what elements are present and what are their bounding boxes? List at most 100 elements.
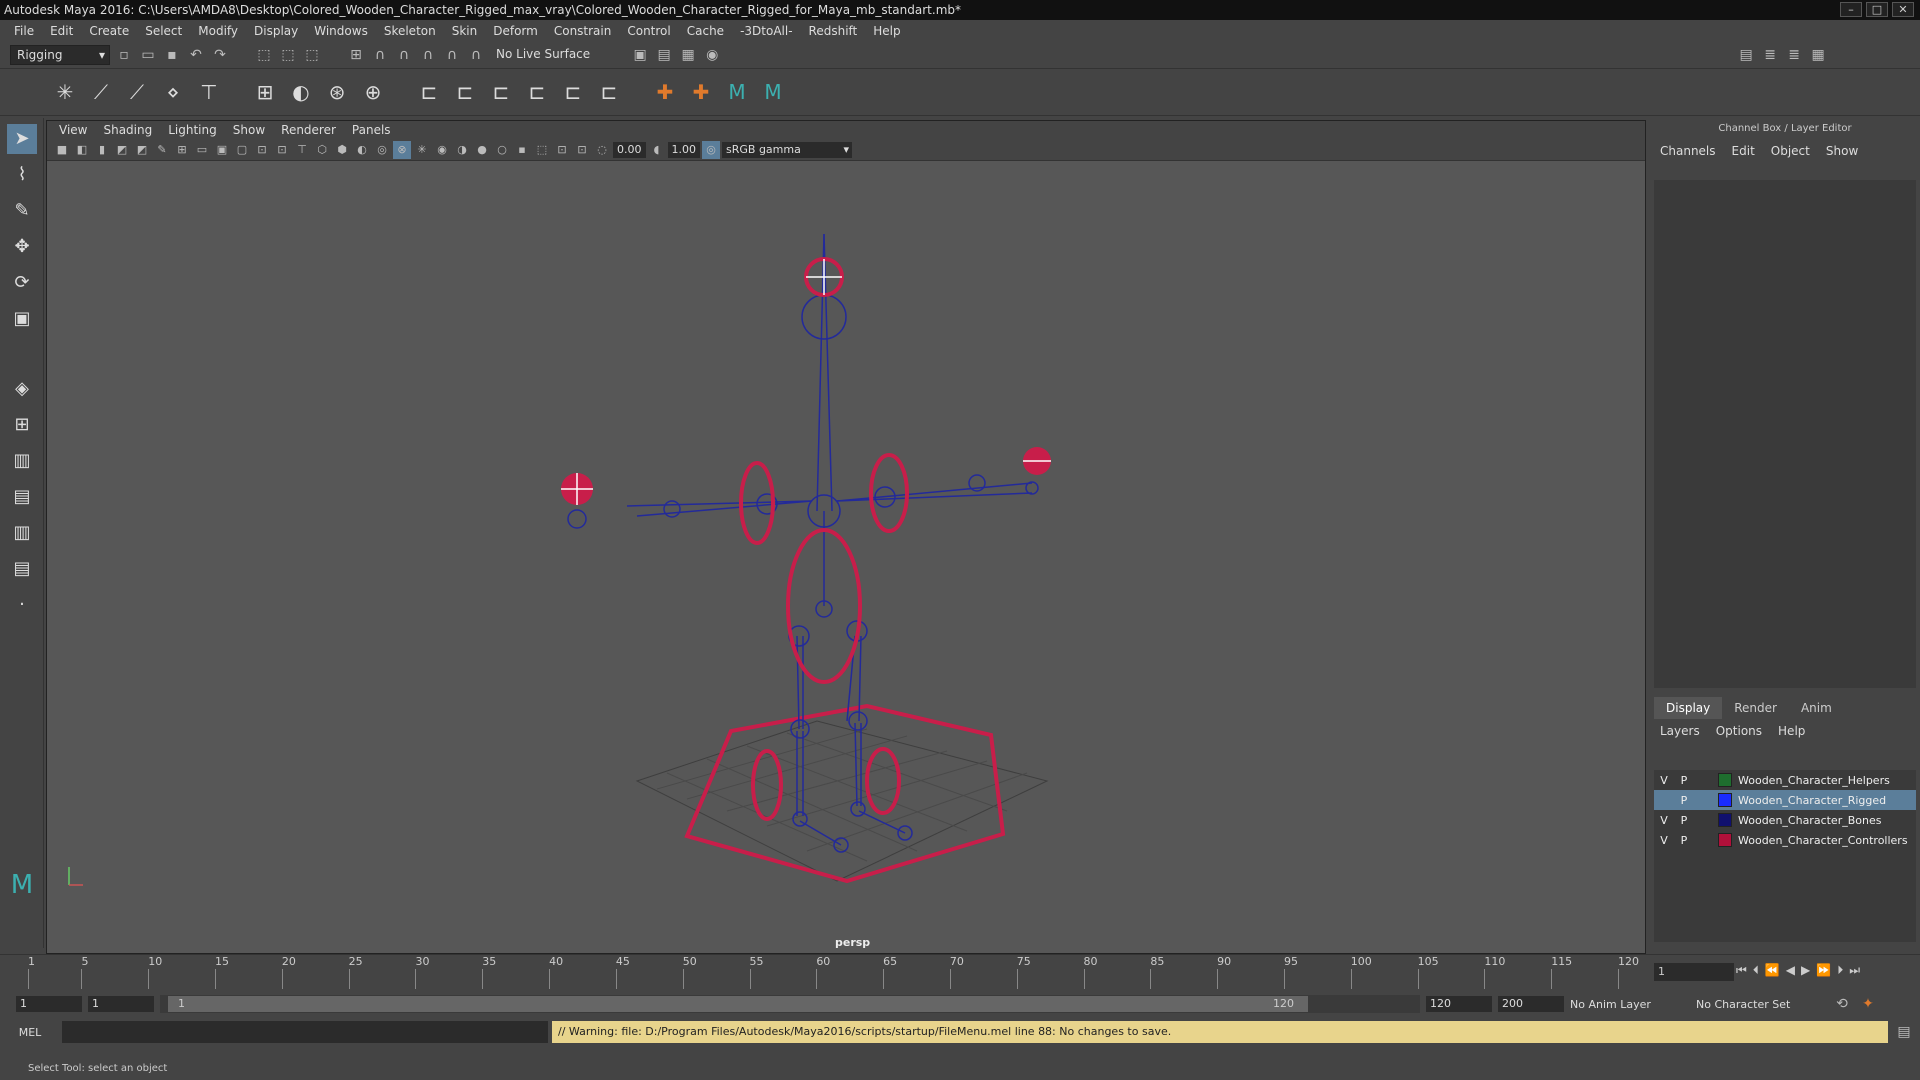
joint-tool-icon[interactable]: ✳ (50, 77, 80, 107)
cb-menu-channels[interactable]: Channels (1660, 144, 1716, 158)
exposure-field[interactable]: 0.00 (613, 141, 646, 158)
menu-deform[interactable]: Deform (485, 24, 546, 38)
character-set-dropdown[interactable]: No Character Set (1696, 998, 1826, 1011)
menu-skeleton[interactable]: Skeleton (376, 24, 444, 38)
grease-pencil-icon[interactable]: ✎ (153, 141, 171, 159)
xray-joints-icon[interactable]: ✳ (413, 141, 431, 159)
tab-display[interactable]: Display (1654, 697, 1723, 719)
lighting-icon[interactable]: ◐ (353, 141, 371, 159)
preferences-icon[interactable]: ✦ (1858, 994, 1878, 1014)
layer-row[interactable]: P Wooden_Character_Rigged (1654, 790, 1916, 810)
orient-constraint-icon[interactable]: ⊏ (486, 77, 516, 107)
playback-toggle[interactable]: P (1674, 834, 1694, 847)
safe-action-icon[interactable]: ⊡ (273, 141, 291, 159)
smooth-shade-icon[interactable]: ⬢ (333, 141, 351, 159)
ao-icon[interactable]: ● (473, 141, 491, 159)
menu-file[interactable]: File (6, 24, 42, 38)
playback-toggle[interactable]: P (1674, 794, 1694, 807)
layer-color-swatch[interactable] (1718, 833, 1732, 847)
lattice-icon[interactable]: ⊛ (322, 77, 352, 107)
xray-icon[interactable]: ⊗ (393, 140, 411, 159)
paint-select-icon[interactable]: ✎ (7, 196, 37, 226)
two-view-icon[interactable]: ▥ (7, 446, 37, 476)
layout-hypershade-icon[interactable]: ▤ (7, 554, 37, 584)
single-view-icon[interactable]: ◈ (7, 374, 37, 404)
step-forward-icon[interactable]: ⏵ (1837, 963, 1843, 978)
two-d-pan-icon[interactable]: ◩ (133, 141, 151, 159)
menu-constrain[interactable]: Constrain (546, 24, 620, 38)
ipr-render-icon[interactable]: ▤ (654, 45, 674, 65)
inner-start-field[interactable]: 1 (88, 996, 154, 1012)
orient-joint-icon[interactable]: ⊤ (194, 77, 224, 107)
auto-key-icon[interactable]: ⟲ (1832, 994, 1852, 1014)
cb-menu-edit[interactable]: Edit (1732, 144, 1755, 158)
locator-icon[interactable]: ✚ (650, 77, 680, 107)
parent-constraint-icon[interactable]: ⊏ (414, 77, 444, 107)
hud-icon[interactable]: ⊡ (553, 141, 571, 159)
range-slider[interactable]: 1 120 (160, 995, 1420, 1013)
textured-icon[interactable]: ◎ (373, 141, 391, 159)
mirror-joint-icon[interactable]: ⋄ (158, 77, 188, 107)
cb-menu-object[interactable]: Object (1771, 144, 1810, 158)
play-forward-icon[interactable]: ▶ (1801, 963, 1810, 978)
layer-row[interactable]: V P Wooden_Character_Controllers (1654, 830, 1916, 850)
gamma-field[interactable]: 1.00 (667, 141, 700, 158)
cluster-icon[interactable]: ⊕ (358, 77, 388, 107)
live-surface-label[interactable]: No Live Surface (490, 45, 597, 65)
move-tool-icon[interactable]: ✥ (7, 232, 37, 262)
image-plane-icon[interactable]: ◩ (113, 141, 131, 159)
ik-handle-icon[interactable]: ⟋ (86, 77, 116, 107)
command-input[interactable] (62, 1021, 548, 1043)
layer-menu-help[interactable]: Help (1778, 724, 1805, 738)
cb-menu-show[interactable]: Show (1826, 144, 1858, 158)
vp-menu-show[interactable]: Show (225, 123, 273, 137)
vp-menu-panels[interactable]: Panels (344, 123, 399, 137)
menu-3dtoall[interactable]: -3DtoAll- (732, 24, 800, 38)
four-view-icon[interactable]: ⊞ (7, 410, 37, 440)
film-gate-icon[interactable]: ▭ (193, 141, 211, 159)
bookmark-icon[interactable]: ▮ (93, 141, 111, 159)
select-hierarchy-icon[interactable]: ⬚ (254, 45, 274, 65)
point-constraint-icon[interactable]: ⊏ (450, 77, 480, 107)
start-frame-field[interactable]: 1 (16, 996, 82, 1012)
menu-edit[interactable]: Edit (42, 24, 81, 38)
gate-mask-icon[interactable]: ▢ (233, 141, 251, 159)
3dtoall-icon[interactable]: Ⅿ (722, 77, 752, 107)
rotate-tool-icon[interactable]: ⟳ (7, 268, 37, 298)
script-language-label[interactable]: MEL (0, 1026, 60, 1039)
isolate-icon[interactable]: ◉ (433, 141, 451, 159)
workspace-icon[interactable]: ▤ (1736, 45, 1756, 65)
menu-control[interactable]: Control (619, 24, 678, 38)
snap-live-icon[interactable]: ∩ (466, 45, 486, 65)
3dtoall-alt-icon[interactable]: Ⅿ (758, 77, 788, 107)
menu-select[interactable]: Select (137, 24, 190, 38)
layer-color-swatch[interactable] (1718, 773, 1732, 787)
render-frame-icon[interactable]: ▣ (630, 45, 650, 65)
select-tool-icon[interactable]: ➤ (7, 124, 37, 154)
locator-alt-icon[interactable]: ✚ (686, 77, 716, 107)
shadows-icon[interactable]: ◑ (453, 141, 471, 159)
go-to-end-icon[interactable]: ⏭ (1849, 963, 1860, 978)
bind-skin-icon[interactable]: ⊞ (250, 77, 280, 107)
menu-display[interactable]: Display (246, 24, 306, 38)
playback-toggle[interactable]: P (1674, 774, 1694, 787)
layout-graph-icon[interactable]: ▥ (7, 518, 37, 548)
snap-grid-icon[interactable]: ⊞ (346, 45, 366, 65)
snap-view-icon[interactable]: ∩ (418, 45, 438, 65)
channel-box-icon[interactable]: ▦ (1808, 45, 1828, 65)
select-object-icon[interactable]: ⬚ (278, 45, 298, 65)
save-scene-icon[interactable]: ▪ (162, 45, 182, 65)
range-handle[interactable]: 1 120 (168, 996, 1308, 1012)
vp-menu-lighting[interactable]: Lighting (160, 123, 225, 137)
safe-title-icon[interactable]: ⊤ (293, 141, 311, 159)
aim-constraint-icon[interactable]: ⊏ (558, 77, 588, 107)
undo-icon[interactable]: ↶ (186, 45, 206, 65)
vp-menu-renderer[interactable]: Renderer (273, 123, 344, 137)
tab-anim[interactable]: Anim (1789, 697, 1844, 719)
snap-surface-icon[interactable]: ∩ (442, 45, 462, 65)
tool-settings-icon[interactable]: ≣ (1784, 45, 1804, 65)
view-fit-icon[interactable]: ⊡ (573, 141, 591, 159)
paint-weights-icon[interactable]: ◐ (286, 77, 316, 107)
pole-vector-icon[interactable]: ⊏ (594, 77, 624, 107)
menu-create[interactable]: Create (81, 24, 137, 38)
